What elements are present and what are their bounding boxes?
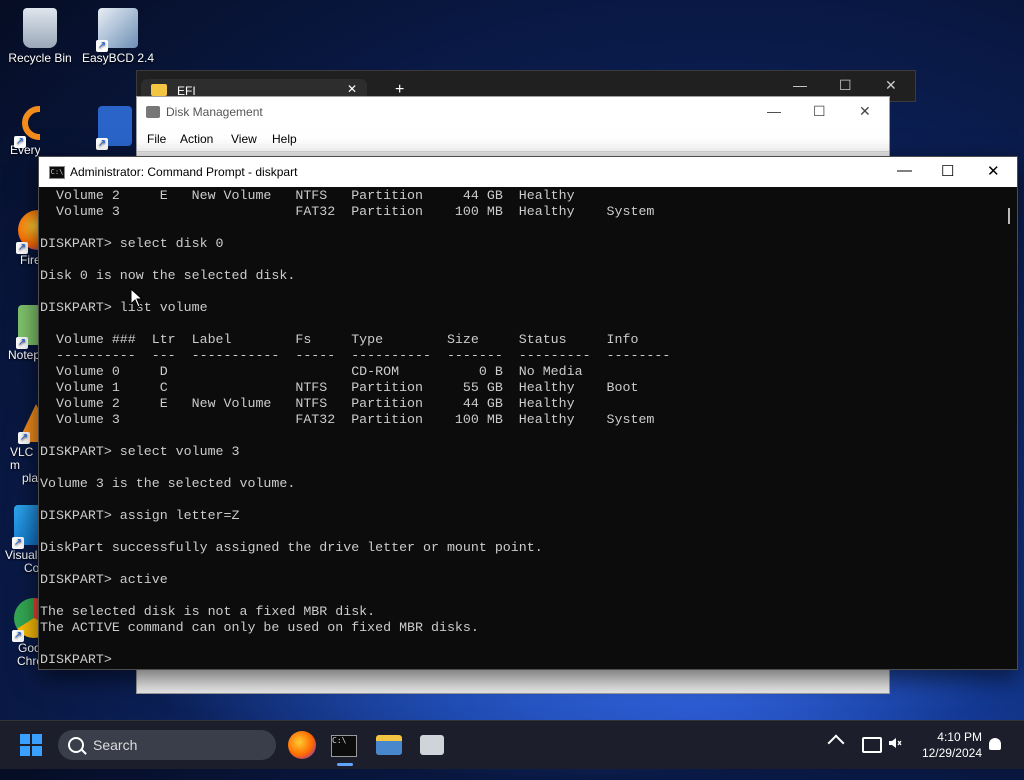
system-clock[interactable]: 4:10 PM 12/29/2024 (910, 729, 982, 761)
desktop-icon-easyuefi[interactable]: ↗ (78, 106, 136, 150)
close-tab-icon[interactable]: ✕ (347, 82, 357, 96)
shortcut-arrow-icon: ↗ (12, 537, 24, 549)
scrollbar-thumb[interactable] (1008, 208, 1010, 224)
console-line: DISKPART> (40, 652, 112, 667)
menu-view[interactable]: View (231, 132, 257, 146)
folder-icon (151, 84, 167, 96)
taskbar-firefox-icon[interactable] (288, 731, 316, 759)
minimize-button[interactable]: — (793, 77, 807, 93)
maximize-button[interactable]: ☐ (839, 77, 852, 94)
desktop-icon-notepad[interactable]: ↗ Notep (0, 305, 40, 362)
console-line: DiskPart successfully assigned the drive… (40, 540, 543, 555)
console-line: Volume 3 FAT32 Partition 100 MB Healthy … (40, 204, 655, 219)
taskbar-command-prompt-icon[interactable]: C:\ (331, 735, 357, 757)
console-line: Volume 3 is the selected volume. (40, 476, 296, 491)
desktop-icon-firefox[interactable]: ↗ Fire (0, 210, 38, 267)
menu-file[interactable]: File (147, 132, 166, 146)
close-button[interactable]: ✕ (987, 162, 1000, 180)
disk-management-titlebar[interactable]: Disk Management — ☐ ✕ (137, 97, 889, 127)
firefox-icon: ↗ (16, 210, 38, 254)
console-line: Volume 2 E New Volume NTFS Partition 44 … (40, 188, 575, 203)
taskbar-file-explorer-icon[interactable] (376, 735, 402, 755)
disk-management-icon (146, 106, 160, 118)
window-title: Administrator: Command Prompt - diskpart (70, 165, 298, 179)
console-line: Volume 1 C NTFS Partition 55 GB Healthy … (40, 380, 639, 395)
active-app-indicator (337, 763, 353, 766)
network-icon[interactable] (862, 737, 882, 753)
desktop-icon-vscode[interactable]: ↗ Visual Co (0, 505, 40, 575)
vscode-icon: ↗ (12, 505, 40, 549)
console-line: Volume 2 E New Volume NTFS Partition 44 … (40, 396, 575, 411)
console-line: DISKPART> list volume (40, 300, 208, 315)
command-prompt-window[interactable]: C:\ Administrator: Command Prompt - disk… (38, 156, 1018, 670)
shortcut-arrow-icon: ↗ (16, 242, 28, 254)
menu-action[interactable]: Action (180, 132, 213, 146)
taskbar-search[interactable]: Search (58, 730, 276, 760)
volume-icon[interactable] (888, 736, 902, 750)
console-line: DISKPART> active (40, 572, 168, 587)
recycle-bin-icon (23, 8, 57, 48)
show-hidden-icons-chevron-icon[interactable] (827, 734, 845, 752)
console-line: Disk 0 is now the selected disk. (40, 268, 296, 283)
console-line: DISKPART> assign letter=Z (40, 508, 240, 523)
desktop-icon-everything[interactable]: ↗ Every (0, 106, 40, 157)
console-line: The ACTIVE command can only be used on f… (40, 620, 479, 635)
desktop-icon-easybcd[interactable]: ↗ EasyBCD 2.4 (78, 8, 158, 65)
notification-bell-icon[interactable] (989, 738, 1001, 750)
console-line: ---------- --- ----------- ----- -------… (40, 348, 671, 363)
console-line: DISKPART> select volume 3 (40, 444, 240, 459)
console-output[interactable]: Volume 2 E New Volume NTFS Partition 44 … (39, 187, 1001, 669)
desktop-icon-vlc[interactable]: ↗ VLC m pla (0, 404, 40, 485)
easybcd-icon: ↗ (96, 8, 138, 52)
taskbar-disk-management-icon[interactable] (420, 735, 444, 755)
shortcut-arrow-icon: ↗ (12, 630, 24, 642)
cmd-titlebar[interactable]: C:\ Administrator: Command Prompt - disk… (39, 157, 1017, 187)
taskbar: Search C:\ 4:10 PM 12/29/2024 (0, 720, 1024, 769)
menu-bar: File Action View Help (137, 127, 889, 152)
start-button[interactable] (20, 734, 42, 756)
clock-time: 4:10 PM (937, 730, 982, 744)
console-line: The selected disk is not a fixed MBR dis… (40, 604, 376, 619)
maximize-button[interactable]: ☐ (813, 103, 826, 120)
easyuefi-icon: ↗ (96, 106, 132, 150)
console-line: Volume 0 D CD-ROM 0 B No Media (40, 364, 583, 379)
shortcut-arrow-icon: ↗ (14, 136, 26, 148)
desktop-icon-recycle-bin[interactable]: Recycle Bin (0, 8, 80, 65)
maximize-button[interactable]: ☐ (941, 162, 954, 180)
command-prompt-icon: C:\ (49, 166, 65, 179)
search-icon (68, 737, 84, 753)
windows-logo-icon (20, 734, 30, 744)
shortcut-arrow-icon: ↗ (96, 40, 108, 52)
everything-search-icon: ↗ (14, 106, 40, 148)
clock-date: 12/29/2024 (921, 746, 982, 760)
shortcut-arrow-icon: ↗ (96, 138, 108, 150)
shortcut-arrow-icon: ↗ (18, 432, 30, 444)
close-button[interactable]: ✕ (859, 103, 871, 120)
minimize-button[interactable]: — (767, 103, 781, 119)
menu-help[interactable]: Help (272, 132, 297, 146)
close-button[interactable]: ✕ (885, 77, 897, 94)
console-line: Volume ### Ltr Label Fs Type Size Status… (40, 332, 639, 347)
shortcut-arrow-icon: ↗ (16, 337, 28, 349)
notepad-icon: ↗ (16, 305, 40, 349)
console-line: Volume 3 FAT32 Partition 100 MB Healthy … (40, 412, 655, 427)
minimize-button[interactable]: — (897, 162, 912, 179)
vlc-icon: ↗ (18, 404, 40, 444)
scrollbar[interactable] (1001, 187, 1017, 669)
console-line: DISKPART> select disk 0 (40, 236, 224, 251)
